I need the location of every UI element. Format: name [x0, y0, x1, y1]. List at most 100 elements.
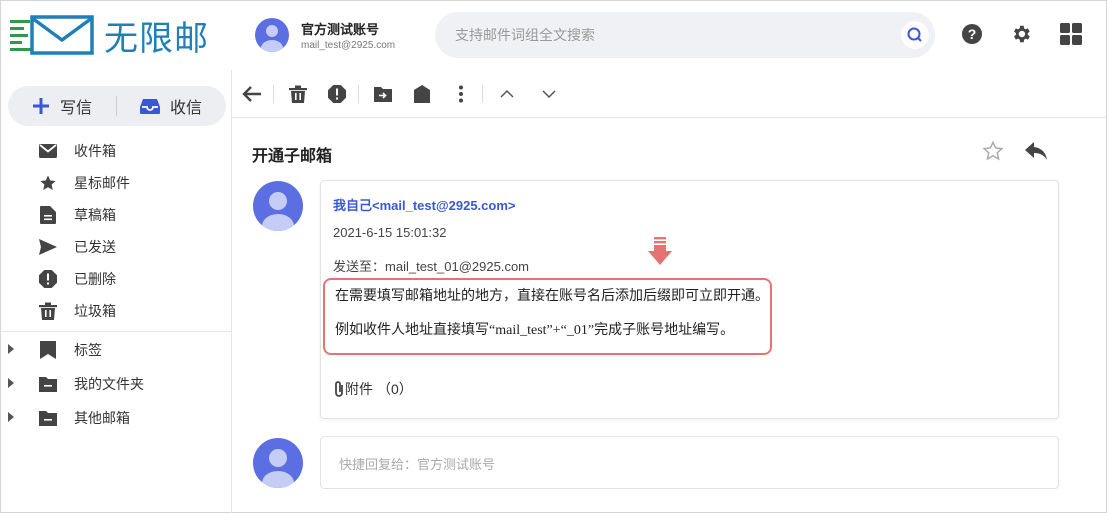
move-to-folder-button[interactable] [369, 80, 397, 108]
user-silhouette-icon [262, 192, 294, 231]
sidebar-item-drafts[interactable]: 草稿箱 [0, 199, 231, 231]
sidebar-item-label: 已删除 [74, 271, 116, 287]
compose-label: 写信 [59, 100, 92, 117]
account-email: mail_test@2925.com [301, 40, 396, 51]
attachment-label: 附件 [345, 381, 373, 397]
sidebar-group-my-folders[interactable]: 我的文件夹 [0, 368, 231, 400]
sidebar-item-label: 已发送 [74, 239, 116, 255]
account-name: 官方测试账号 [301, 22, 380, 37]
expand-caret-icon[interactable] [8, 344, 14, 354]
report-spam-button[interactable] [323, 80, 351, 108]
mail-sender[interactable]: 我自己<mail_test@2925.com> [333, 195, 515, 214]
deleted-icon [38, 269, 58, 289]
back-button[interactable] [238, 80, 266, 108]
search-button[interactable] [901, 21, 929, 49]
sidebar-item-inbox[interactable]: 收件箱 [0, 135, 231, 167]
delete-button[interactable] [284, 80, 312, 108]
user-silhouette-icon [261, 25, 283, 52]
reply-icon [1025, 142, 1047, 160]
quick-reply-input[interactable]: 快捷回复给：官方测试账号 [320, 436, 1059, 489]
receive-label: 收信 [169, 100, 202, 117]
mail-card: 我自己<mail_test@2925.com> 2021-6-15 15:01:… [320, 180, 1059, 419]
chevron-down-icon [542, 89, 556, 98]
settings-icon [1014, 25, 1030, 43]
search-bar[interactable]: 支持邮件词组全文搜索 [435, 12, 935, 58]
logo[interactable]: 无限邮 [10, 10, 225, 60]
delete-icon [289, 85, 307, 103]
tag-button[interactable] [408, 80, 436, 108]
logo-text: 无限邮 [104, 18, 209, 59]
report-icon [328, 84, 346, 103]
search-icon [907, 27, 922, 42]
sidebar-group-tags[interactable]: 标签 [0, 334, 231, 366]
avatar [255, 18, 289, 52]
divider [482, 84, 483, 103]
back-icon [242, 85, 261, 102]
apps-button[interactable] [1059, 22, 1083, 46]
tag-icon [38, 340, 58, 360]
mail-date: 2021-6-15 15:01:32 [333, 225, 447, 240]
star-button[interactable] [982, 140, 1004, 167]
expand-caret-icon[interactable] [8, 412, 14, 422]
apps-grid-icon [1060, 23, 1082, 45]
search-input[interactable]: 支持邮件词组全文搜索 [455, 25, 595, 45]
inbox-icon [38, 141, 58, 161]
recipient-label: 发送至： [333, 259, 386, 274]
sidebar-border [231, 70, 232, 513]
sidebar-item-deleted[interactable]: 已删除 [0, 263, 231, 295]
sender-avatar [253, 181, 303, 231]
help-icon: ? [962, 24, 982, 44]
inbox-tray-icon [139, 99, 160, 114]
chevron-up-icon [500, 89, 514, 98]
sidebar-item-label: 垃圾箱 [74, 303, 116, 319]
sidebar-item-label: 我的文件夹 [74, 376, 144, 392]
more-button[interactable] [447, 80, 475, 108]
folder-icon [38, 374, 58, 394]
sidebar-item-starred[interactable]: 星标邮件 [0, 167, 231, 199]
recipient-address: mail_test_01@2925.com [385, 259, 530, 274]
sidebar-item-label: 标签 [74, 342, 102, 358]
mail-recipient: 发送至：mail_test_01@2925.com [333, 256, 529, 275]
draft-icon [38, 205, 58, 225]
expand-caret-icon[interactable] [8, 378, 14, 388]
plus-icon [32, 98, 49, 114]
help-button[interactable]: ? [960, 22, 984, 46]
previous-mail-button[interactable] [493, 80, 521, 108]
star-icon [38, 173, 58, 193]
more-icon [459, 85, 463, 102]
trash-icon [38, 301, 58, 321]
star-outline-icon [982, 140, 1004, 161]
send-icon [38, 237, 58, 257]
sidebar-item-sent[interactable]: 已发送 [0, 231, 231, 263]
compose-button[interactable]: 写信 [8, 86, 116, 126]
divider [273, 84, 274, 103]
paperclip-icon [335, 381, 343, 397]
svg-text:?: ? [968, 26, 977, 42]
mail-body: 在需要填写邮箱地址的地方，直接在账号名后添加后缀即可立即开通。 例如收件人地址直… [323, 278, 772, 355]
sidebar-item-label: 星标邮件 [74, 175, 130, 191]
user-silhouette-icon [262, 449, 294, 488]
account-switcher[interactable]: 官方测试账号 mail_test@2925.com [255, 18, 395, 52]
arrow-down-icon [648, 237, 672, 265]
mail-subject: 开通子邮箱 [252, 148, 333, 165]
attachment-count: （0） [377, 381, 413, 397]
tag-icon [414, 84, 430, 103]
move-icon [374, 86, 392, 102]
body-line: 例如收件人地址直接填写“mail_test”+“_01”完成子账号地址编写。 [335, 323, 735, 338]
compose-bar: 写信 收信 [8, 86, 226, 126]
my-avatar [253, 438, 303, 488]
quick-reply-placeholder: 快捷回复给：官方测试账号 [339, 457, 496, 472]
sidebar-group-other-mailboxes[interactable]: 其他邮箱 [0, 402, 231, 434]
receive-button[interactable]: 收信 [117, 86, 225, 126]
sidebar-item-label: 其他邮箱 [74, 410, 130, 426]
sidebar-item-trash[interactable]: 垃圾箱 [0, 295, 231, 327]
divider [358, 84, 359, 103]
body-line: 在需要填写邮箱地址的地方，直接在账号名后添加后缀即可立即开通。 [335, 289, 769, 304]
reply-button[interactable] [1024, 140, 1048, 167]
attachments[interactable]: 附件 （0） [333, 379, 413, 399]
sidebar: 收件箱 星标邮件 草稿箱 已发送 已删除 垃圾箱 标签 我的文件夹 其他邮箱 [0, 135, 231, 434]
settings-button[interactable] [1009, 22, 1033, 46]
envelope-logo-icon [10, 15, 94, 55]
next-mail-button[interactable] [535, 80, 563, 108]
folder-icon [38, 408, 58, 428]
